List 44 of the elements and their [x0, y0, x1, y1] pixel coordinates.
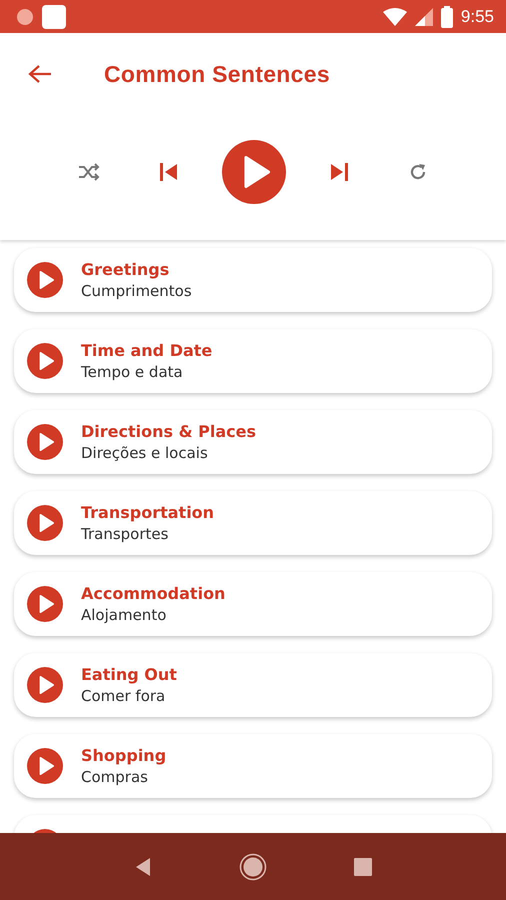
notification-square-icon	[42, 4, 66, 28]
shuffle-button[interactable]	[78, 162, 100, 180]
wifi-icon	[382, 8, 407, 26]
category-title: Eating Out	[81, 665, 177, 684]
play-icon[interactable]	[27, 343, 63, 379]
signal-icon	[414, 8, 433, 26]
category-card[interactable]: Directions & Places Direções e locais	[14, 410, 492, 474]
category-title: Directions & Places	[81, 422, 256, 441]
category-translation: Cumprimentos	[81, 282, 192, 300]
previous-button[interactable]	[158, 160, 180, 182]
category-card[interactable]: Shopping Compras	[14, 734, 492, 798]
category-translation: Tempo e data	[81, 363, 184, 381]
home-nav-icon[interactable]	[238, 852, 267, 880]
category-title: Time and Date	[81, 341, 212, 360]
play-icon[interactable]	[27, 586, 63, 622]
category-card[interactable]: Transportation Transportes	[14, 491, 492, 555]
screen-title: Common Sentences	[104, 60, 330, 88]
category-title: Accommodation	[81, 584, 226, 603]
recents-nav-icon[interactable]	[354, 858, 372, 876]
category-title: Shopping	[81, 746, 166, 765]
category-card[interactable]: Eating Out Comer fora	[14, 653, 492, 717]
status-time: 9:55	[460, 6, 494, 26]
play-icon[interactable]	[27, 262, 63, 298]
category-title: Transportation	[81, 503, 214, 522]
next-button[interactable]	[328, 160, 350, 182]
category-translation: Comer fora	[81, 687, 166, 705]
category-translation: Alojamento	[81, 606, 168, 624]
category-title: Greetings	[81, 260, 170, 279]
play-button[interactable]	[222, 140, 286, 204]
category-card[interactable]: Time and Date Tempo e data	[14, 329, 492, 393]
repeat-button[interactable]	[408, 162, 428, 182]
play-icon[interactable]	[27, 667, 63, 703]
back-nav-icon[interactable]	[134, 856, 152, 876]
category-translation: Direções e locais	[81, 444, 209, 462]
back-button[interactable]	[26, 62, 54, 86]
play-icon[interactable]	[27, 505, 63, 541]
play-icon[interactable]	[27, 748, 63, 784]
category-translation: Transportes	[81, 525, 170, 543]
category-card[interactable]: Accommodation Alojamento	[14, 572, 492, 636]
category-translation: Compras	[81, 768, 149, 786]
notification-dot-icon	[16, 8, 34, 26]
category-card[interactable]: Greetings Cumprimentos	[14, 248, 492, 312]
battery-icon	[440, 6, 453, 28]
play-icon[interactable]	[27, 424, 63, 460]
